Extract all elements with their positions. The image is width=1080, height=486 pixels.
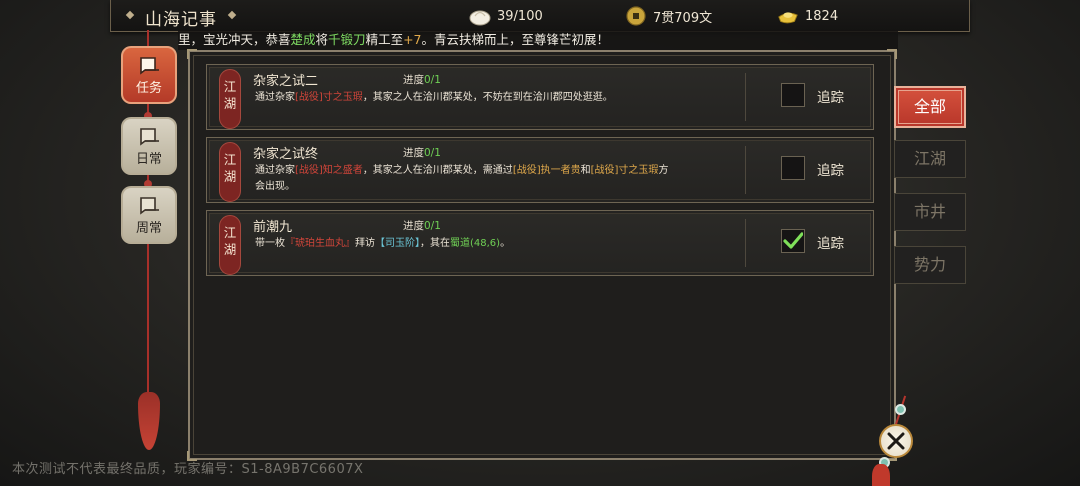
track-checkbox[interactable] (781, 229, 805, 253)
scroll-icon (140, 128, 159, 146)
desc-text: ，其家之人在洽川郡某处，需通过 (362, 165, 513, 176)
desc-text: ，其在 (420, 238, 450, 249)
desc-text: 和 (580, 165, 591, 176)
track-label: 追踪 (817, 236, 844, 252)
quest-description: 通过杂家[战役]知之盛者，其家之人在洽川郡某处，需通过[战役]执一者贵和[战役]… (255, 163, 705, 195)
close-icon (887, 432, 905, 450)
desc-battle-link: [战役]执一者贵 (512, 165, 581, 176)
progress-value: 0/1 (424, 74, 441, 86)
ticker-item-name: 千锻刀 (328, 32, 366, 47)
track-label: 追踪 (817, 163, 844, 179)
filter-tab-market[interactable]: 市井 (894, 193, 966, 231)
desc-npc-link: 【司玉阶】 (375, 238, 420, 249)
quest-category-badge: 江湖 (219, 142, 241, 202)
quest-category-badge: 江湖 (219, 215, 241, 275)
desc-battle-link: [战役]知之盛者 (295, 165, 363, 176)
scroll-icon (140, 57, 159, 75)
quest-progress: 进度0/1 (403, 72, 441, 87)
quest-row[interactable]: 江湖 前潮九 进度0/1 带一枚『琥珀生血丸』拜访【司玉阶】，其在蜀道(48,6… (206, 210, 874, 276)
quest-name: 前潮九 (253, 220, 293, 235)
quest-list-panel: 江湖 杂家之试二 进度0/1 通过杂家[战役]寸之玉瑕，其家之人在洽川郡某处，不… (187, 49, 897, 461)
ticker-player-name: 楚成 (290, 32, 316, 47)
tab-weekly[interactable]: 周常 (121, 186, 177, 244)
jade-bead-icon (895, 404, 906, 415)
progress-label: 进度 (403, 220, 424, 232)
test-build-watermark: 本次测试不代表最终品质，玩家编号：S1-8A9B7C6607X (12, 462, 364, 477)
copper-coin-icon (626, 6, 646, 26)
quest-category-badge: 江湖 (219, 69, 241, 129)
desc-text: 拜访 (355, 238, 375, 249)
panel-corner (887, 49, 897, 59)
ticker-text: 将 (315, 32, 329, 47)
top-bar: 山海记事 39/100 7贯709文 1824 (110, 0, 970, 32)
divider (745, 146, 746, 194)
tab-quests[interactable]: 任务 (121, 46, 177, 104)
progress-value: 0/1 (424, 147, 441, 159)
filter-tab-all[interactable]: 全部 (894, 86, 966, 128)
quest-progress: 进度0/1 (403, 145, 441, 160)
ornament-diamond-icon (125, 10, 135, 20)
desc-text: 通过杂家 (255, 92, 295, 103)
red-tassel-icon (138, 392, 160, 450)
panel-corner (187, 49, 197, 59)
quest-description: 带一枚『琥珀生血丸』拜访【司玉阶】，其在蜀道(48,6)。 (255, 236, 705, 252)
desc-text: 带一枚 (255, 238, 285, 249)
tab-daily[interactable]: 日常 (121, 117, 177, 175)
desc-battle-link: [战役]寸之玉瑕 (295, 92, 363, 103)
resource-value: 1824 (805, 8, 839, 24)
ticker-text: 。青云扶梯而上，至尊锋芒初展！ (421, 32, 610, 47)
desc-text: 通过杂家 (255, 165, 295, 176)
resource-stamina: 39/100 (469, 6, 543, 26)
desc-text: ，其家之人在洽川郡某处，不妨在到在洽川郡四处逛逛。 (362, 92, 613, 103)
desc-location-link: 蜀道(48,6) (450, 238, 501, 249)
resource-value: 39/100 (497, 8, 543, 24)
tab-label: 日常 (135, 152, 162, 167)
filter-tab-jianghu[interactable]: 江湖 (894, 140, 966, 178)
track-checkbox[interactable] (781, 83, 805, 107)
divider (745, 219, 746, 267)
resource-gold: 1824 (777, 6, 838, 26)
filter-tab-faction[interactable]: 势力 (894, 246, 966, 284)
quest-progress: 进度0/1 (403, 218, 441, 233)
desc-text: 方 (658, 165, 669, 176)
quest-row[interactable]: 江湖 杂家之试二 进度0/1 通过杂家[战役]寸之玉瑕，其家之人在洽川郡某处，不… (206, 64, 874, 130)
track-label: 追踪 (817, 90, 844, 106)
tab-label: 周常 (135, 221, 162, 236)
quest-name: 杂家之试二 (253, 74, 319, 89)
desc-item-link: 『琥珀生血丸』 (285, 238, 355, 249)
red-tassel-icon (872, 464, 890, 486)
ticker-level: +7 (403, 32, 422, 47)
ticker-text: 精工至 (365, 32, 404, 47)
progress-label: 进度 (403, 74, 424, 86)
desc-text: 。 (500, 238, 511, 249)
quest-row[interactable]: 江湖 杂家之试终 进度0/1 通过杂家[战役]知之盛者，其家之人在洽川郡某处，需… (206, 137, 874, 203)
ticker-text: 里，宝光冲天，恭喜 (178, 32, 291, 47)
scroll-icon (140, 197, 159, 215)
progress-value: 0/1 (424, 220, 441, 232)
progress-label: 进度 (403, 147, 424, 159)
steamed-bun-icon (469, 10, 491, 26)
desc-battle-link: [战役]寸之玉瑕 (590, 165, 659, 176)
tab-label: 任务 (135, 81, 162, 96)
divider (745, 73, 746, 121)
window-title: 山海记事 (145, 10, 217, 30)
checkmark-icon (783, 232, 803, 249)
gold-ingot-icon (778, 12, 798, 24)
quest-description: 通过杂家[战役]寸之玉瑕，其家之人在洽川郡某处，不妨在到在洽川郡四处逛逛。 (255, 90, 705, 106)
track-checkbox[interactable] (781, 156, 805, 180)
broadcast-ticker: 里，宝光冲天，恭喜楚成将千锻刀精工至+7。青云扶梯而上，至尊锋芒初展！ (178, 30, 898, 50)
desc-text: 会出现。 (255, 181, 295, 192)
close-button[interactable] (879, 424, 913, 458)
quest-name: 杂家之试终 (253, 147, 319, 162)
ornament-diamond-icon (227, 10, 237, 20)
resource-value: 7贯709文 (653, 10, 713, 26)
resource-coins: 7贯709文 (625, 6, 712, 26)
